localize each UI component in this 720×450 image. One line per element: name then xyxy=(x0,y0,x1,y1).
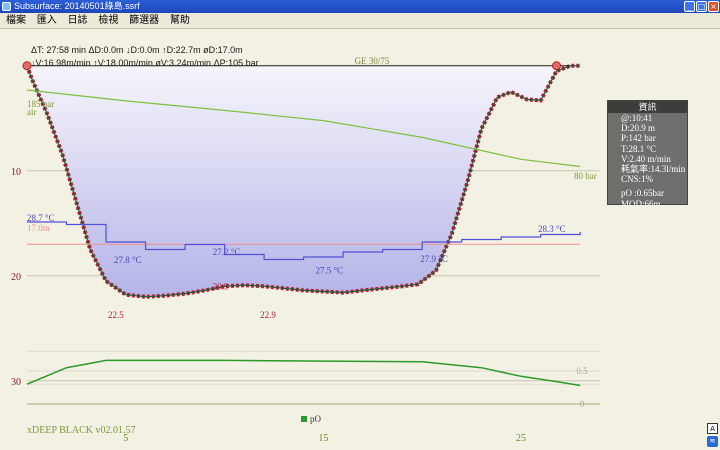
close-button[interactable]: × xyxy=(708,1,719,12)
logo-icon[interactable]: ≋ xyxy=(707,436,718,447)
temp-value-label: 27.2 °C xyxy=(213,247,241,257)
info-line: V:2.40 m/min xyxy=(621,153,671,164)
temp-value-label: 27.8 °C xyxy=(114,255,142,265)
menu-log[interactable]: 日誌 xyxy=(64,13,92,29)
po2-line xyxy=(26,359,581,387)
info-line: pO :0.65bar xyxy=(621,188,664,199)
info-line: CNS:1% xyxy=(621,174,654,185)
menu-filter[interactable]: 篩選器 xyxy=(125,13,163,29)
po2-legend-label: pO xyxy=(310,414,322,424)
depth-tick-label: 20 xyxy=(11,272,21,283)
temp-value-label: 27.9 °C xyxy=(420,254,448,264)
gas-label: GE 30/75 xyxy=(355,56,390,66)
zoom-icon[interactable]: A xyxy=(707,423,718,434)
end-temp-label: 28.3 °C xyxy=(538,224,566,234)
stats-line-1: ΔT: 27:58 min ΔD:0.0m ↓D:0.0m ↑D:22.7m ø… xyxy=(31,45,243,55)
dive-profile-chart[interactable]: 1020305 15 25GE 30/75air185 bar80 bar17.0m… xyxy=(0,29,720,450)
info-line: MOD:66m xyxy=(621,198,661,209)
depth-tick-label: 10 xyxy=(11,167,21,178)
depth-tick-label: 30 xyxy=(11,377,21,388)
dive-stats: ΔT: 27:58 min ΔD:0.0m ↓D:0.0m ↑D:22.7m ø… xyxy=(31,44,259,70)
po2-legend-swatch xyxy=(301,416,307,422)
dive-computer-label: xDEEP BLACK v02.01.57 xyxy=(27,425,136,436)
po2-tick-label: 0 xyxy=(580,399,585,409)
info-line: D:20.9 m xyxy=(621,123,656,134)
mean-depth-label: 17.0m xyxy=(27,223,50,233)
menu-bar: 檔案 匯入 日誌 檢視 篩選器 幫助 xyxy=(0,13,720,29)
app-icon xyxy=(2,2,11,11)
menu-file[interactable]: 檔案 xyxy=(2,13,30,29)
menu-view[interactable]: 檢視 xyxy=(94,13,122,29)
time-tick-label: 25 xyxy=(516,433,526,444)
window-titlebar: Subsurface: 20140501綠島.ssrf _ □ × xyxy=(0,0,720,13)
stats-line-2: ↓V:16.98m/min ↑V:18.00m/min øV:3.24m/min… xyxy=(31,58,259,68)
info-line: P:142 bar xyxy=(621,133,656,144)
end-marker xyxy=(552,61,562,71)
start-pressure-label: 185 bar xyxy=(27,99,54,109)
info-line: @:10:41 xyxy=(621,113,653,123)
window-title: Subsurface: 20140501綠島.ssrf xyxy=(14,1,140,11)
start-temp-label: 28.7 °C xyxy=(27,213,55,223)
menu-import[interactable]: 匯入 xyxy=(33,13,61,29)
info-panel[interactable]: 資訊 @:10:41 D:20.9 m P:142 bar T:28.1 °C … xyxy=(607,100,688,209)
depth-value-label: 22.9 xyxy=(260,310,276,320)
info-line: T:28.1 °C xyxy=(621,143,657,154)
temp-value-label: 27.5 °C xyxy=(316,266,344,276)
info-title: 資訊 xyxy=(608,101,687,113)
depth-value-label: 22.5 xyxy=(108,310,124,320)
start-marker xyxy=(22,61,32,71)
po2-tick-label: 0.5 xyxy=(576,366,588,376)
maximize-button[interactable]: □ xyxy=(696,1,707,12)
info-line: 耗氣率:14.3l/min xyxy=(621,164,686,175)
minimize-button[interactable]: _ xyxy=(684,1,695,12)
depth-value-label: 20.9 xyxy=(213,281,229,291)
menu-help[interactable]: 幫助 xyxy=(166,13,194,29)
end-pressure-label: 80 bar xyxy=(574,171,597,181)
time-tick-label: 15 xyxy=(318,433,328,444)
